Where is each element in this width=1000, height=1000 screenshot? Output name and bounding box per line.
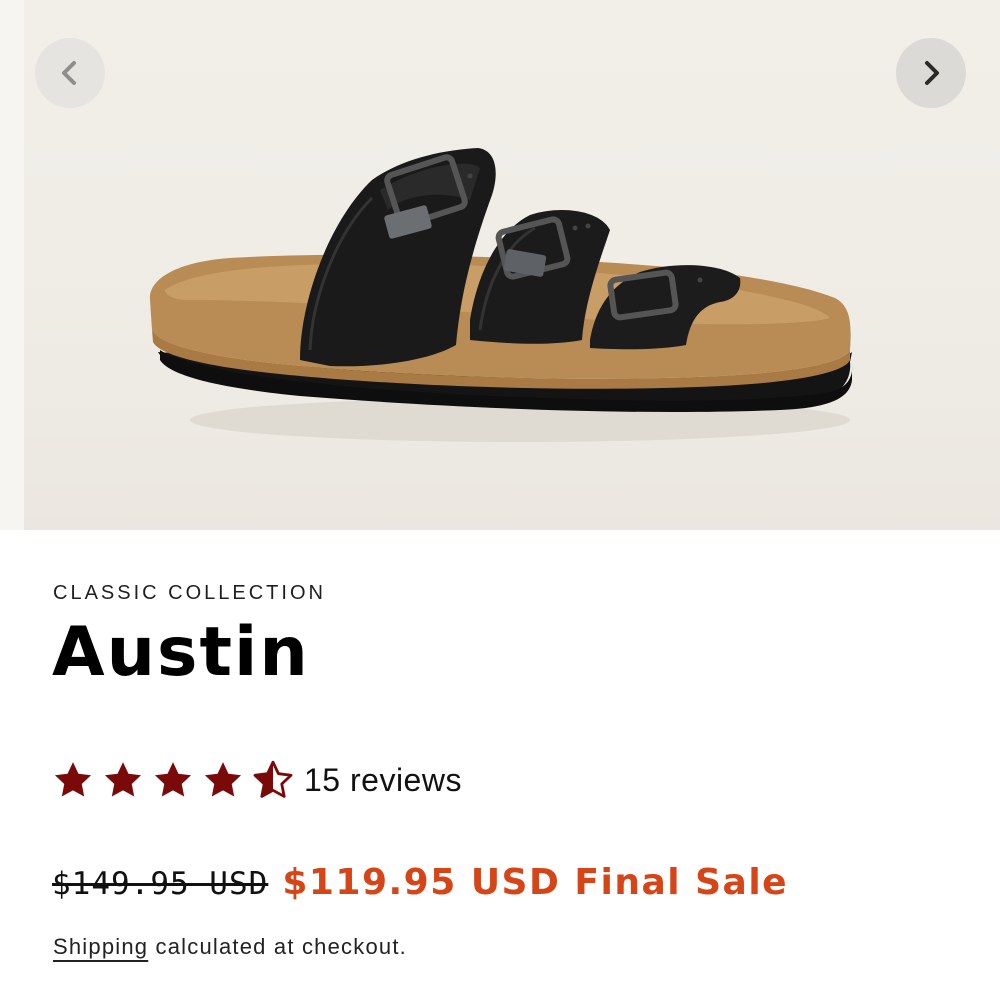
star-half-icon	[253, 760, 293, 798]
reviews-count-link[interactable]: 15 reviews	[304, 762, 462, 799]
shipping-note: Shipping calculated at checkout.	[53, 934, 407, 960]
gallery-prev-button[interactable]	[35, 38, 105, 108]
product-title: Austin	[52, 613, 310, 692]
collection-label: CLASSIC COLLECTION	[53, 582, 326, 604]
gallery-next-button[interactable]	[896, 38, 966, 108]
star-full-icon	[54, 762, 92, 797]
product-image	[149, 148, 853, 442]
sale-price: $119.95 USD Final Sale	[282, 862, 789, 903]
shipping-link[interactable]: Shipping	[53, 934, 148, 959]
shipping-text: calculated at checkout.	[148, 934, 407, 959]
star-full-icon	[154, 762, 192, 797]
price-row: $149.95 USD $119.95 USD Final Sale	[52, 862, 788, 903]
star-full-icon	[104, 762, 142, 797]
star-full-icon	[204, 762, 242, 797]
rating-stars	[52, 759, 294, 801]
compare-at-price: $149.95 USD	[52, 866, 269, 902]
product-rating[interactable]: 15 reviews	[52, 755, 462, 805]
product-gallery	[0, 0, 1000, 530]
chevron-left-icon	[62, 61, 76, 85]
chevron-right-icon	[925, 61, 939, 85]
